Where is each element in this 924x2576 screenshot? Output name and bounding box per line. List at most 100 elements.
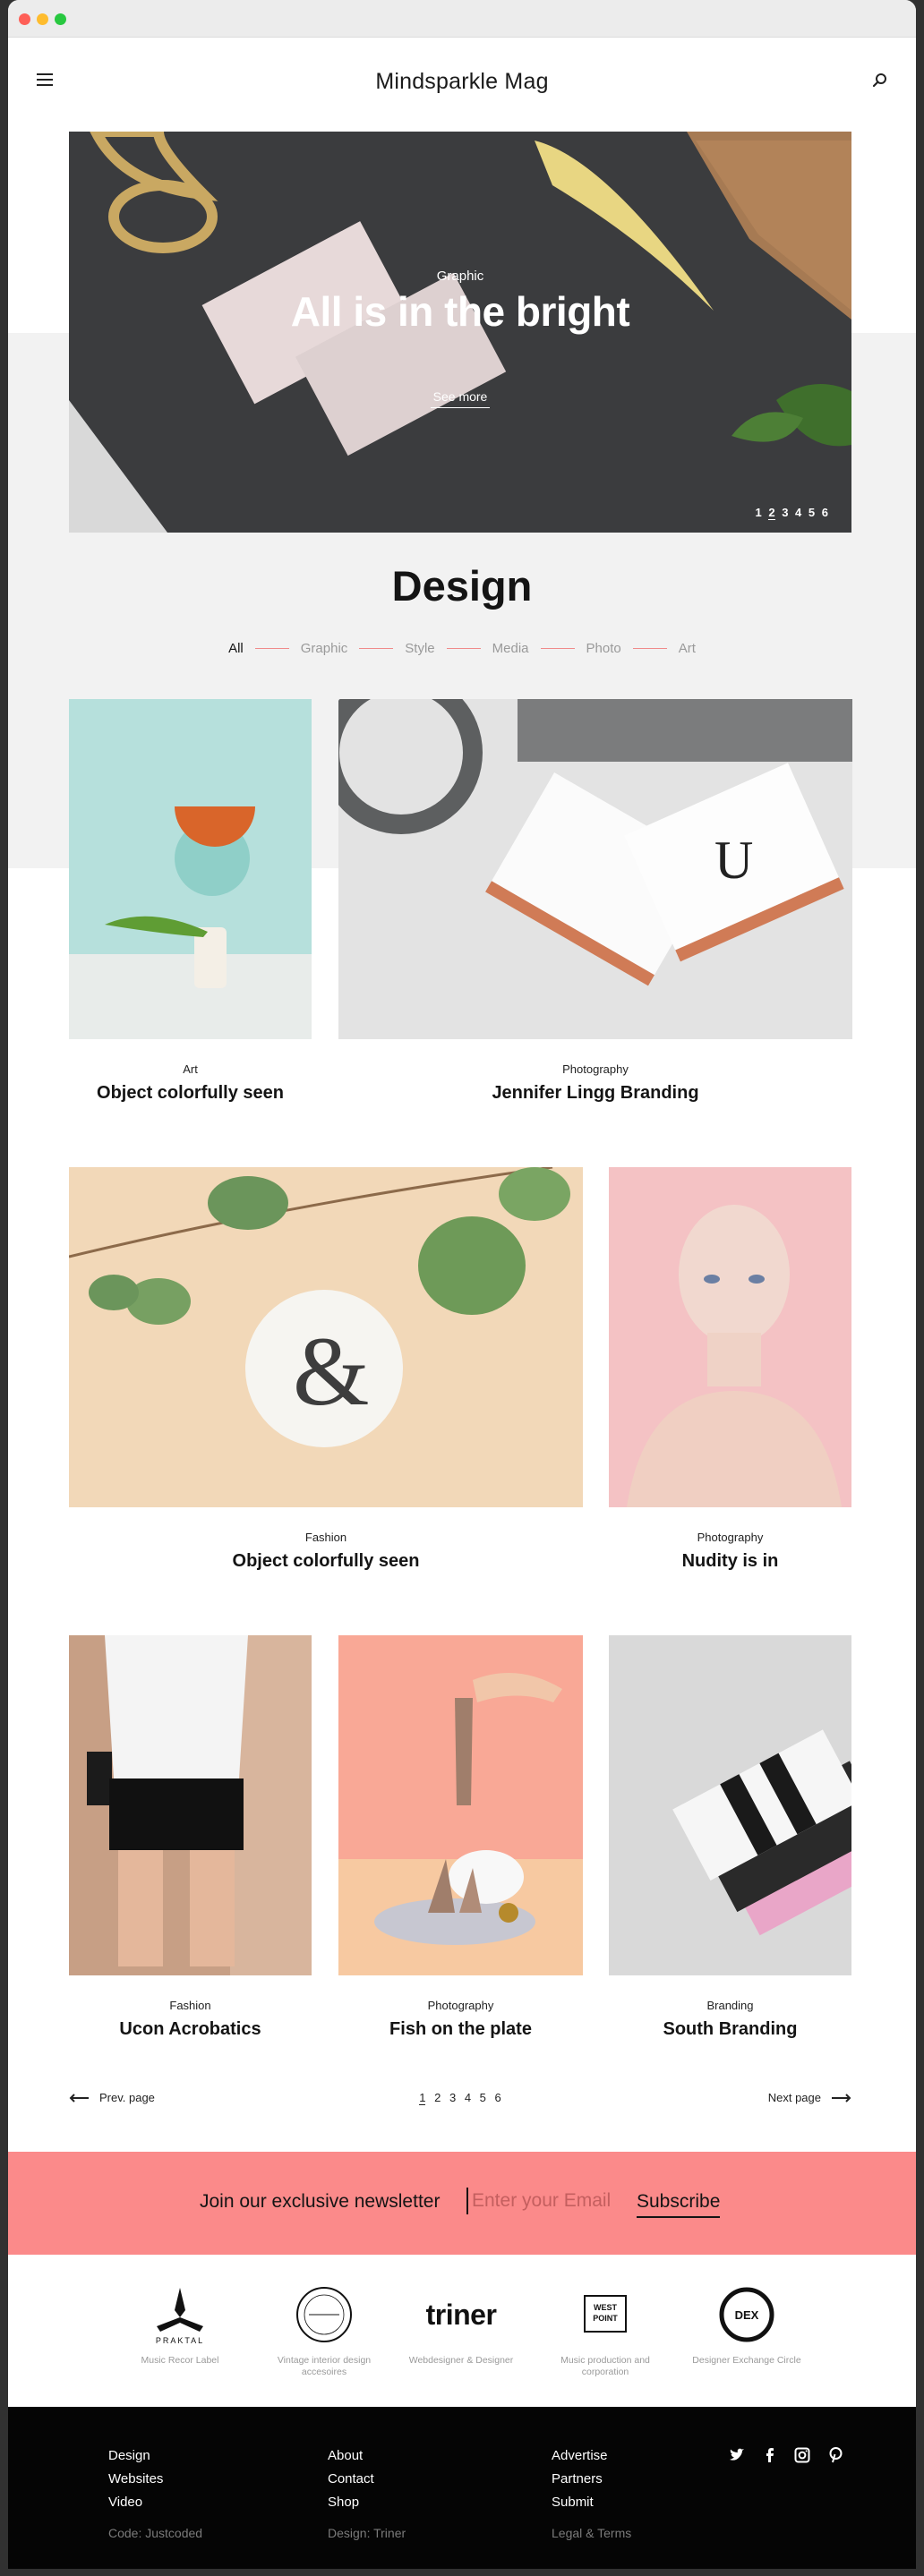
partners-section: PRAKTAL Music Recor Label Vintage interi…: [8, 2255, 916, 2407]
newsletter-email-input[interactable]: [466, 2188, 628, 2214]
post-title[interactable]: Jennifer Lingg Branding: [338, 1083, 852, 1104]
footer-link-contact[interactable]: Contact: [328, 2468, 374, 2491]
footer-link-video[interactable]: Video: [108, 2491, 163, 2514]
page-2[interactable]: 2: [434, 2091, 441, 2104]
hero-pager: 1 2 3 4 5 6: [751, 506, 828, 520]
footer-legal-link[interactable]: Legal & Terms: [552, 2526, 631, 2540]
search-icon[interactable]: [871, 72, 889, 90]
footer-link-about[interactable]: About: [328, 2444, 374, 2468]
pinterest-icon[interactable]: [826, 2446, 844, 2464]
svg-text:U: U: [714, 831, 753, 890]
hero-page-2[interactable]: 2: [768, 506, 775, 520]
newsletter-section: Join our exclusive newsletter Subscribe: [8, 2152, 916, 2255]
close-window-button[interactable]: [19, 13, 30, 25]
post-image: &: [69, 1167, 583, 1507]
footer-link-advertise[interactable]: Advertise: [552, 2444, 608, 2468]
footer-link-shop[interactable]: Shop: [328, 2491, 374, 2514]
filter-media[interactable]: Media: [490, 641, 532, 656]
partner-triner[interactable]: triner Webdesigner & Designer: [398, 2280, 524, 2367]
footer-link-submit[interactable]: Submit: [552, 2491, 608, 2514]
instagram-icon[interactable]: [793, 2446, 811, 2464]
page-3[interactable]: 3: [449, 2091, 456, 2104]
footer-column-2: About Contact Shop: [328, 2444, 374, 2514]
footer-credit-design[interactable]: Design: Triner: [328, 2526, 406, 2540]
pagination: Prev. page 1 2 3 4 5 6 Next page: [69, 2091, 851, 2111]
facebook-icon[interactable]: [761, 2446, 779, 2464]
footer-link-partners[interactable]: Partners: [552, 2468, 608, 2491]
hero-page-6[interactable]: 6: [822, 506, 828, 519]
site-logo[interactable]: Mindsparkle Mag: [8, 69, 916, 95]
praktal-logo-icon: PRAKTAL: [156, 2288, 204, 2345]
partner-west-point[interactable]: WEST POINT Music production and corporat…: [543, 2280, 668, 2378]
hero-slider[interactable]: Graphic All is in the bright See more 1 …: [69, 132, 851, 533]
partner-caption: Music production and corporation: [560, 2355, 650, 2377]
partner-vintage[interactable]: Vintage interior design accesoires: [261, 2280, 387, 2378]
next-page-link[interactable]: Next page: [768, 2091, 851, 2104]
post-title[interactable]: Fish on the plate: [338, 2019, 583, 2040]
post-title[interactable]: Object colorfully seen: [69, 1551, 583, 1572]
footer-column-1: Design Websites Video: [108, 2444, 163, 2514]
post-card[interactable]: Fashion Ucon Acrobatics: [69, 1635, 312, 2056]
page-1[interactable]: 1: [419, 2091, 426, 2105]
hero-page-4[interactable]: 4: [795, 506, 801, 519]
zoom-window-button[interactable]: [55, 13, 66, 25]
hero-title[interactable]: All is in the bright: [69, 287, 851, 336]
category-filter: All Graphic Style Media Photo Art: [8, 641, 916, 656]
partner-praktal[interactable]: PRAKTAL Music Recor Label: [117, 2280, 243, 2367]
post-image: [69, 699, 312, 1039]
next-page-label: Next page: [767, 2091, 821, 2104]
filter-all[interactable]: All: [226, 641, 246, 656]
filter-divider: [446, 648, 481, 649]
post-card[interactable]: Photography Nudity is in: [609, 1167, 851, 1588]
arrow-right-icon: [832, 2093, 851, 2103]
post-category: Photography: [697, 1531, 764, 1544]
filter-divider: [359, 648, 394, 649]
partner-caption: Music Recor Label: [141, 2355, 219, 2366]
triner-logo: triner: [425, 2298, 497, 2331]
post-title[interactable]: South Branding: [609, 2019, 851, 2040]
footer-credit-code[interactable]: Code: Justcoded: [108, 2526, 202, 2540]
post-category: Fashion: [304, 1531, 347, 1544]
minimize-window-button[interactable]: [37, 13, 48, 25]
post-title[interactable]: Nudity is in: [609, 1551, 851, 1572]
twitter-icon[interactable]: [728, 2446, 746, 2464]
partner-logo-text: DEX: [735, 2308, 759, 2322]
post-title[interactable]: Ucon Acrobatics: [69, 2019, 312, 2040]
post-category: Art: [183, 1062, 198, 1076]
hero-page-1[interactable]: 1: [755, 506, 761, 519]
partner-logo-text: PRAKTAL: [156, 2336, 204, 2345]
hero-see-more-link[interactable]: See more: [431, 389, 490, 408]
post-image: [338, 1635, 583, 1975]
filter-graphic[interactable]: Graphic: [298, 641, 351, 656]
post-category: Fashion: [169, 1999, 211, 2012]
footer-link-design[interactable]: Design: [108, 2444, 163, 2468]
page-4[interactable]: 4: [465, 2091, 471, 2104]
svg-text:&: &: [293, 1317, 370, 1426]
post-title[interactable]: Object colorfully seen: [69, 1083, 312, 1104]
post-category: Branding: [706, 1999, 754, 2012]
hero-page-3[interactable]: 3: [782, 506, 788, 519]
partner-dex[interactable]: DEX Designer Exchange Circle: [684, 2280, 809, 2367]
footer-link-websites[interactable]: Websites: [108, 2468, 163, 2491]
post-card[interactable]: U Photography Jennifer Lingg Branding: [338, 699, 852, 1120]
partner-caption: Vintage interior design accesoires: [277, 2355, 372, 2377]
filter-photo[interactable]: Photo: [584, 641, 624, 656]
page-6[interactable]: 6: [495, 2091, 501, 2104]
post-card[interactable]: Art Object colorfully seen: [69, 699, 312, 1120]
filter-style[interactable]: Style: [402, 641, 437, 656]
page-5[interactable]: 5: [480, 2091, 486, 2104]
post-image: [609, 1635, 851, 1975]
partner-caption: Webdesigner & Designer: [408, 2355, 514, 2366]
hero-page-5[interactable]: 5: [808, 506, 815, 519]
filter-divider: [632, 648, 667, 649]
post-image: U: [338, 699, 852, 1039]
filter-divider: [254, 648, 289, 649]
post-category: Photography: [562, 1062, 629, 1076]
window-titlebar: [8, 0, 916, 38]
west-point-logo-icon: WEST POINT: [584, 2295, 627, 2333]
subscribe-button[interactable]: Subscribe: [637, 2191, 721, 2218]
post-card[interactable]: & Fashion Object colorfully seen: [69, 1167, 583, 1588]
post-card[interactable]: Branding South Branding: [609, 1635, 851, 2056]
post-card[interactable]: Photography Fish on the plate: [338, 1635, 583, 2056]
filter-art[interactable]: Art: [676, 641, 698, 656]
